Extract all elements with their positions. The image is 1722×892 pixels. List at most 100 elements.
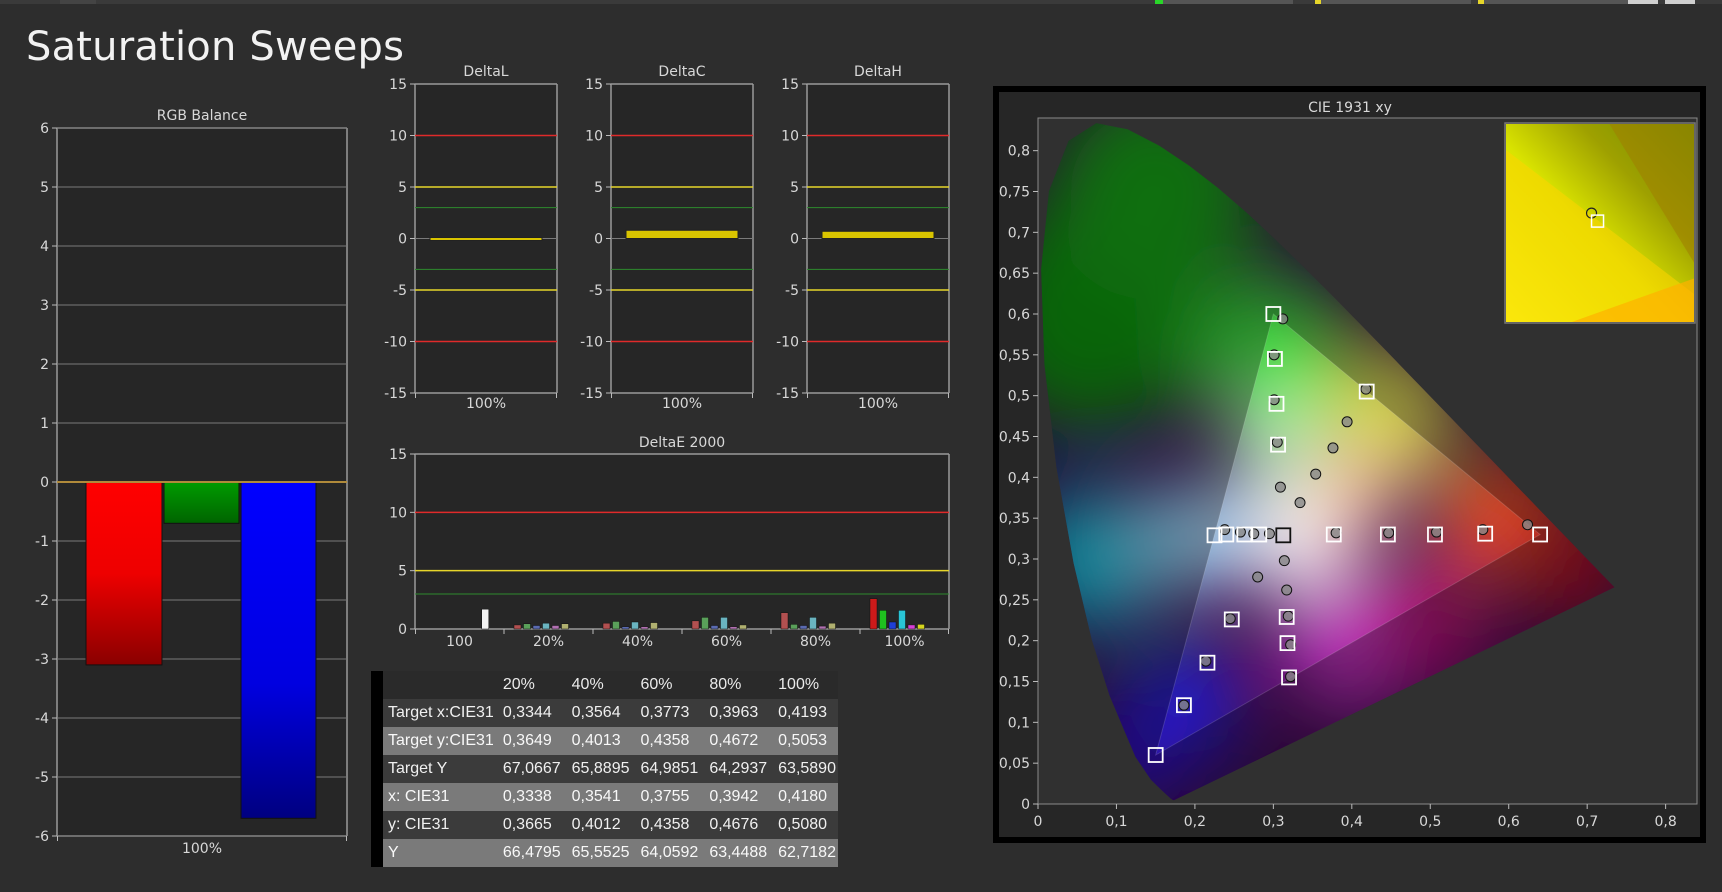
bar xyxy=(701,617,709,630)
table-cell: 0,3942 xyxy=(709,788,759,805)
chart-title: DeltaL xyxy=(463,64,508,80)
charts-canvas: RGB Balance6543210-1-2-3-4-5-6100%DeltaL… xyxy=(35,64,1706,857)
y-tick-label: -4 xyxy=(35,711,49,727)
y-tick-label: 0 xyxy=(398,232,407,248)
table-cell: 0,3344 xyxy=(502,704,552,721)
y-tick-label: 0 xyxy=(398,622,407,638)
y-tick-label: 0 xyxy=(790,232,799,248)
chart-title: DeltaH xyxy=(854,64,902,80)
x-tick-label: 100 xyxy=(446,634,473,650)
y-tick-label: -10 xyxy=(580,335,603,351)
y-tick-label: 0 xyxy=(1021,797,1030,813)
bar xyxy=(821,230,935,239)
x-tick-label: 0,7 xyxy=(1576,814,1598,830)
x-tick-label: 20% xyxy=(533,634,564,650)
table-header-cell: 80% xyxy=(709,676,742,693)
x-tick-label: 0,5 xyxy=(1419,814,1441,830)
measured-point xyxy=(1224,613,1236,625)
y-tick-label: 0 xyxy=(40,475,49,491)
table-row: Target Y 67,0667 65,8895 64,9851 64,2937… xyxy=(371,755,838,783)
y-tick-label: 0,7 xyxy=(1008,225,1030,241)
bar xyxy=(551,625,560,630)
x-tick-label: 0 xyxy=(1034,814,1043,830)
x-tick-label: 100% xyxy=(182,841,222,857)
table-cell: 67,0667 xyxy=(502,760,561,777)
y-tick-label: 5 xyxy=(594,180,603,196)
bar xyxy=(631,621,639,630)
measured-point xyxy=(1327,442,1339,454)
chart-title: DeltaC xyxy=(658,64,705,80)
table-cell: 0,4012 xyxy=(571,816,621,833)
table-cell: 0,4358 xyxy=(640,732,690,749)
color-blob xyxy=(1306,448,1397,539)
table-cell: 0,4358 xyxy=(640,816,690,833)
bar xyxy=(163,481,240,524)
y-tick-label: 3 xyxy=(40,298,49,314)
x-tick-label: 0,2 xyxy=(1184,814,1206,830)
y-tick-label: 10 xyxy=(781,129,799,145)
y-tick-label: 1 xyxy=(40,416,49,432)
bar xyxy=(710,625,719,630)
y-tick-label: -6 xyxy=(35,829,49,845)
bar xyxy=(240,481,317,819)
table-cell: 0,3755 xyxy=(640,788,690,805)
y-tick-label: -15 xyxy=(580,386,603,402)
table-row-marker xyxy=(371,783,383,811)
table-cell: 62,7182 xyxy=(778,844,836,861)
measured-point xyxy=(1277,313,1289,325)
y-tick-label: 5 xyxy=(398,564,407,580)
table-cell: 63,5890 xyxy=(778,760,836,777)
table-cell: 0,3564 xyxy=(571,704,621,721)
x-tick-label: 0,1 xyxy=(1105,814,1127,830)
measured-point xyxy=(1274,481,1286,493)
table-row-label: Target x:CIE31 xyxy=(388,704,494,721)
measurement-table: 20% 40% 60% 80% 100% Target x:CIE31 0,33… xyxy=(371,671,838,867)
table-row: Target y:CIE31 0,3649 0,4013 0,4358 0,46… xyxy=(371,727,838,755)
y-tick-label: 0,65 xyxy=(999,266,1030,282)
measured-point xyxy=(1285,671,1297,683)
bar xyxy=(691,620,700,630)
table-cell: 0,4672 xyxy=(709,732,759,749)
bar xyxy=(650,622,658,630)
bar xyxy=(828,622,836,630)
table-row-marker xyxy=(371,839,383,867)
table-row-marker xyxy=(371,755,383,783)
bar xyxy=(809,617,817,630)
table-cell: 64,2937 xyxy=(709,760,768,777)
table-cell: 66,4795 xyxy=(502,844,561,861)
y-tick-label: 0,75 xyxy=(999,185,1030,201)
y-tick-label: -10 xyxy=(776,335,799,351)
table-row: Y 66,4795 65,5525 64,0592 63,4488 62,718… xyxy=(371,839,838,867)
bar xyxy=(720,617,728,630)
plot-area xyxy=(415,454,949,629)
x-tick-label: 100% xyxy=(466,396,506,412)
y-tick-label: -15 xyxy=(384,386,407,402)
x-tick-label: 100% xyxy=(884,634,924,650)
bar xyxy=(907,624,916,630)
y-tick-label: -1 xyxy=(35,534,49,550)
table-cell: 0,3541 xyxy=(571,788,621,805)
table-row-label: Target Y xyxy=(388,760,448,777)
y-tick-label: 4 xyxy=(40,239,49,255)
bar xyxy=(869,598,878,630)
bar xyxy=(602,622,611,630)
bar xyxy=(729,626,738,630)
measured-point xyxy=(1341,416,1353,428)
measured-point xyxy=(1178,699,1190,711)
table-cell: 65,5525 xyxy=(571,844,630,861)
y-tick-label: -5 xyxy=(393,283,407,299)
bar xyxy=(888,621,897,630)
table-row-marker xyxy=(371,699,383,727)
table-cell: 65,8895 xyxy=(571,760,630,777)
y-tick-label: 5 xyxy=(40,180,49,196)
y-tick-label: 5 xyxy=(398,180,407,196)
table-cell: 64,0592 xyxy=(640,844,699,861)
bar xyxy=(85,481,163,666)
table-header-cell: 100% xyxy=(778,676,820,693)
bar xyxy=(879,610,887,630)
table-cell: 63,4488 xyxy=(709,844,768,861)
table-row-marker xyxy=(371,671,383,699)
measured-point xyxy=(1330,527,1342,539)
x-tick-label: 60% xyxy=(711,634,742,650)
bar xyxy=(542,622,550,630)
